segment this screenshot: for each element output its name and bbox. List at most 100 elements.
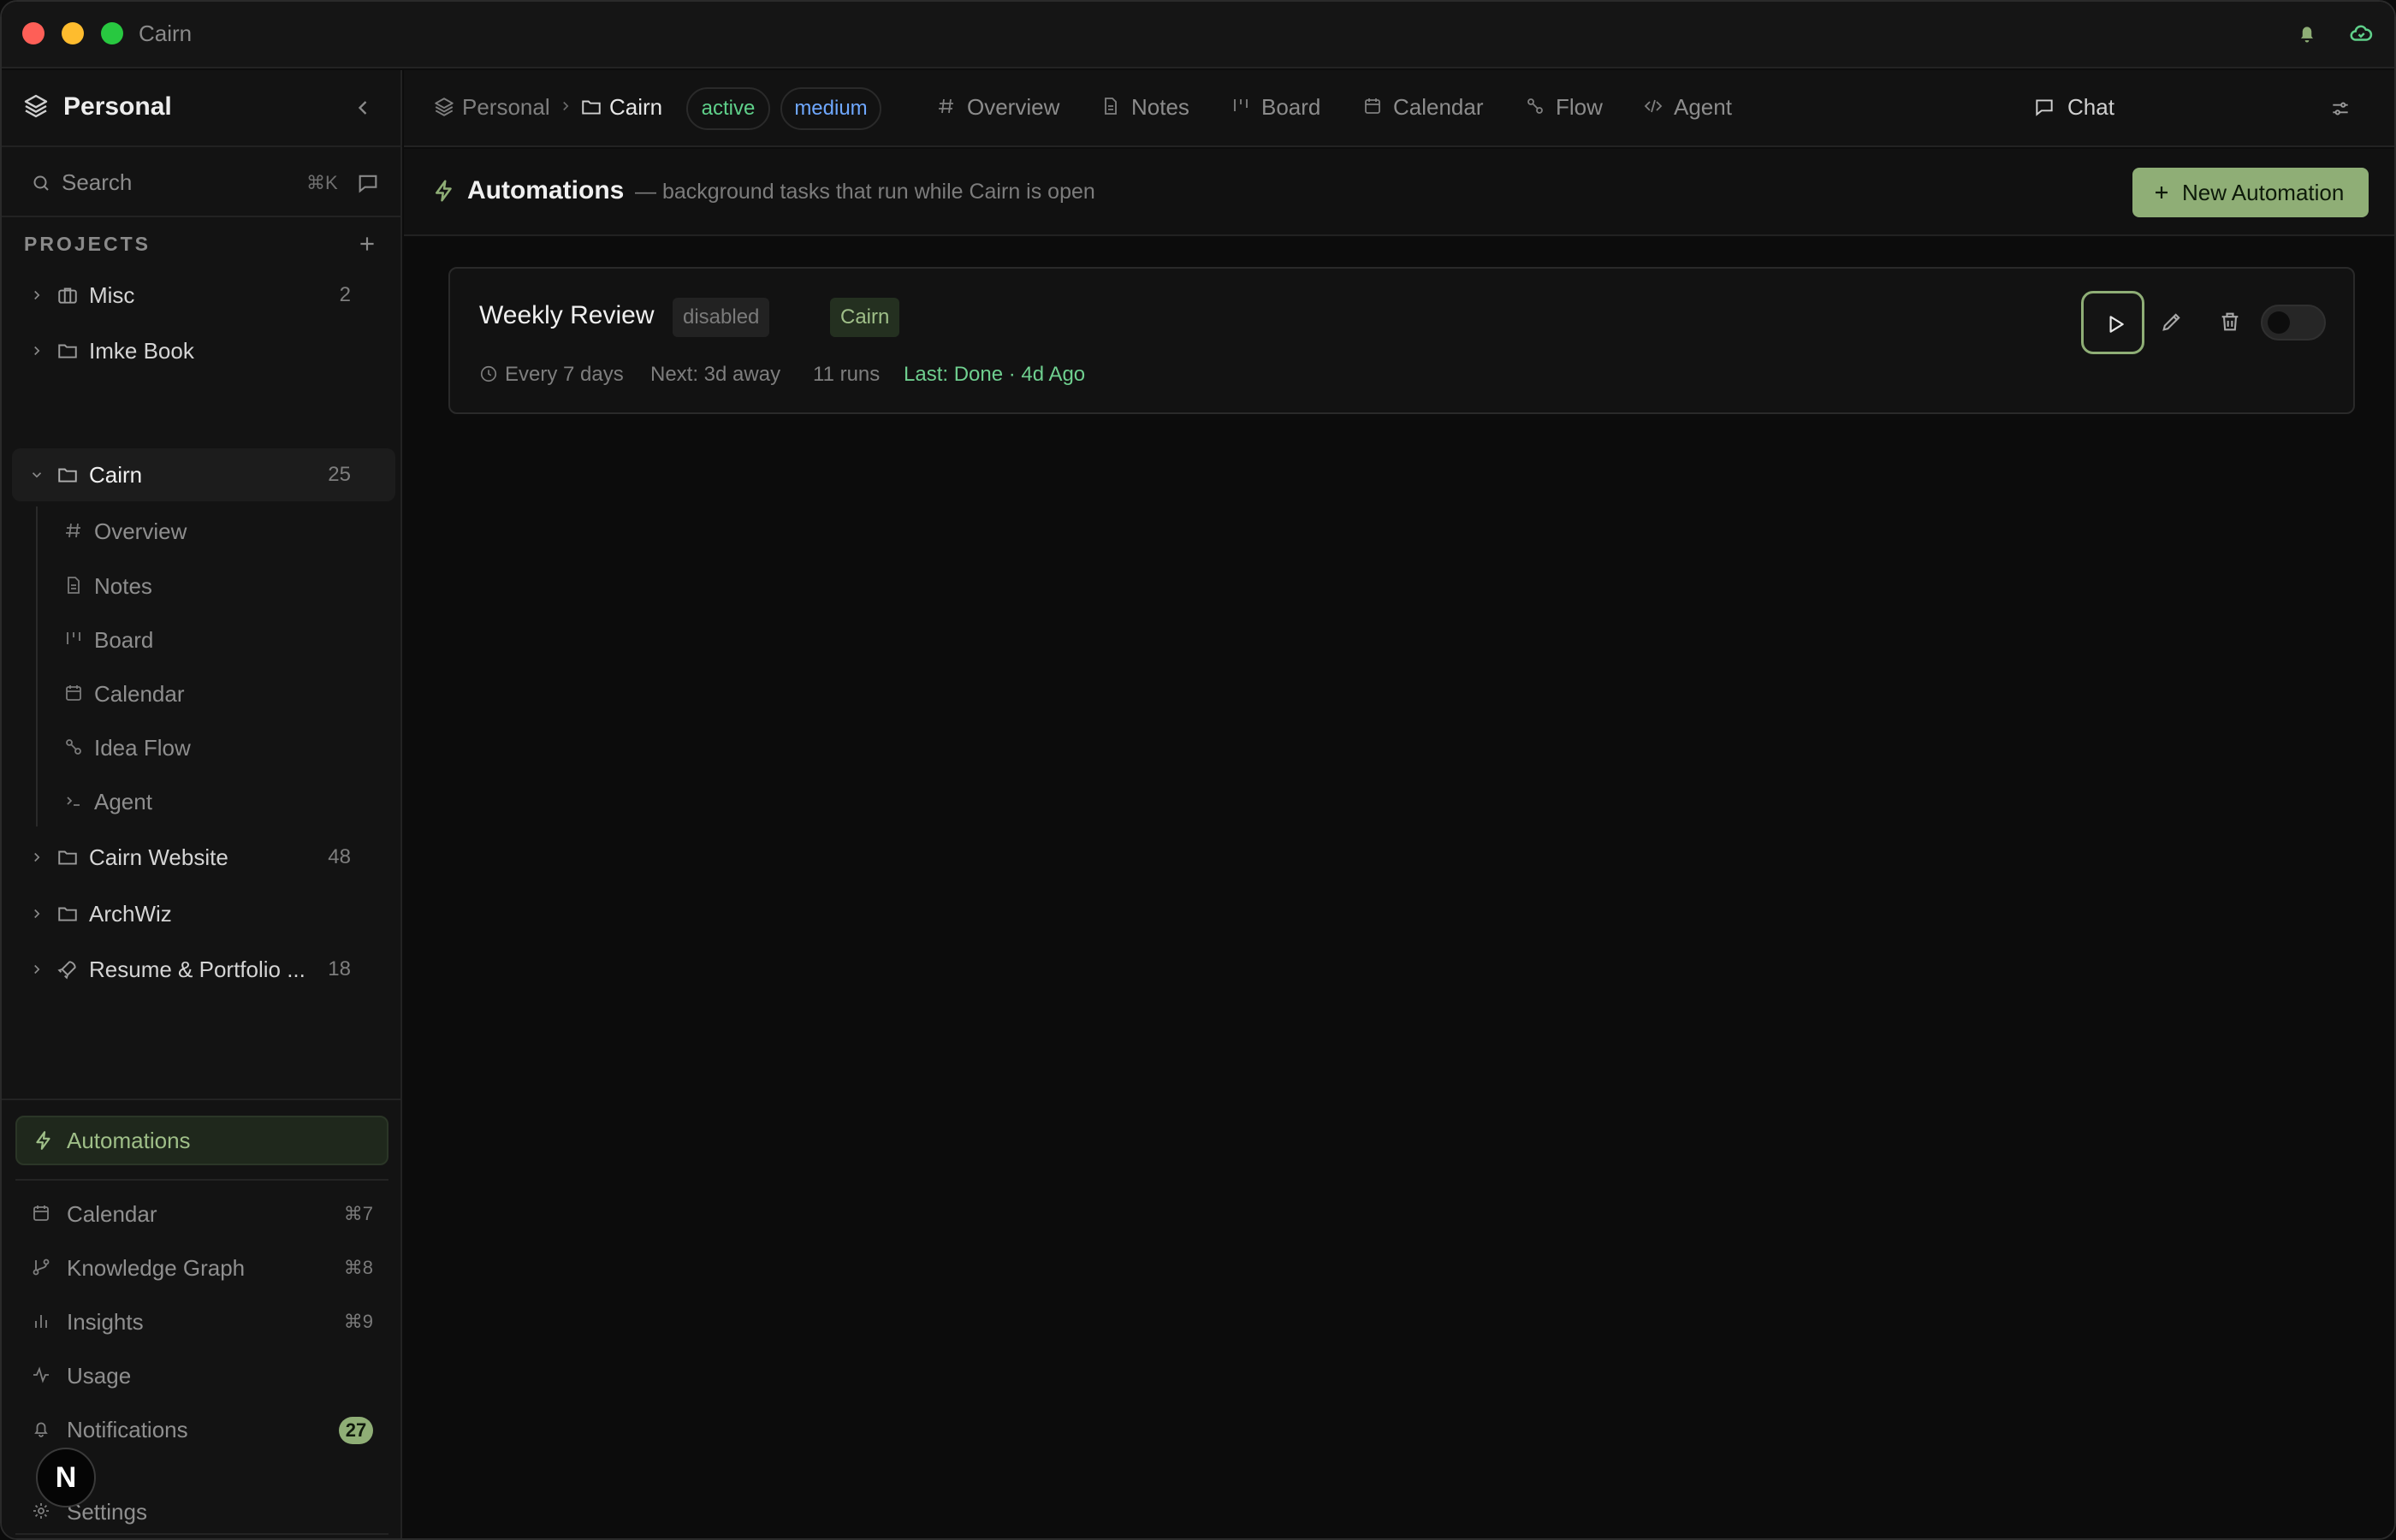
- tab-label: Notes: [1131, 94, 1189, 120]
- sub-item-label: Notes: [94, 573, 152, 599]
- sub-item-label: Board: [94, 627, 154, 653]
- chevron-right-icon: [558, 98, 573, 114]
- file-icon: [63, 575, 84, 595]
- cairn-idea-flow-item[interactable]: Idea Flow: [53, 721, 387, 773]
- priority-badge[interactable]: medium: [780, 87, 881, 130]
- enabled-toggle[interactable]: [2261, 305, 2326, 341]
- project-row-cairn[interactable]: Cairn 25: [12, 448, 395, 501]
- project-tag: Cairn: [830, 298, 900, 337]
- breadcrumb-project[interactable]: Cairn: [609, 94, 662, 121]
- chat-label: Chat: [2067, 94, 2114, 120]
- nav-label: Calendar: [67, 1201, 157, 1227]
- schedule-text: Every 7 days: [505, 363, 624, 386]
- nav-shortcut: ⌘7: [343, 1203, 373, 1224]
- sync-cloud-icon[interactable]: [2348, 21, 2374, 46]
- status-tag: disabled: [673, 298, 770, 337]
- nav-label: Automations: [67, 1128, 191, 1153]
- tab-label: Agent: [1674, 94, 1732, 120]
- notifications-badge: 27: [339, 1417, 373, 1444]
- automation-card[interactable]: Weekly Review disabled Cairn Every 7 day…: [448, 267, 2355, 414]
- project-row-imke-book[interactable]: Imke Book: [12, 324, 395, 377]
- calendar-icon: [63, 683, 84, 703]
- last-run-text: Last: Done · 4d Ago: [904, 363, 1086, 386]
- divider: [15, 1179, 388, 1181]
- project-row-resume-portfolio[interactable]: Resume & Portfolio ... 18: [12, 943, 395, 996]
- settings-sliders-icon[interactable]: [2329, 98, 2352, 120]
- page-description: — background tasks that run while Cairn …: [635, 180, 1095, 204]
- briefcase-icon: [56, 284, 79, 306]
- nav-automations[interactable]: Automations: [15, 1116, 388, 1165]
- nav-knowledge-graph[interactable]: Knowledge Graph ⌘8: [15, 1243, 388, 1293]
- chevron-right-icon[interactable]: [29, 287, 44, 303]
- nav-insights[interactable]: Insights ⌘9: [15, 1297, 388, 1347]
- plus-icon: [2151, 182, 2172, 203]
- nav-calendar[interactable]: Calendar ⌘7: [15, 1189, 388, 1239]
- chevron-right-icon[interactable]: [29, 850, 44, 865]
- layers-icon: [22, 92, 50, 120]
- projects-header: PROJECTS: [24, 233, 151, 255]
- edit-icon[interactable]: [2160, 310, 2184, 334]
- nav-label: Knowledge Graph: [67, 1255, 246, 1281]
- flow-icon: [63, 737, 84, 757]
- nav-notifications[interactable]: Notifications 27: [15, 1405, 388, 1454]
- chevron-down-icon[interactable]: [29, 467, 44, 483]
- activity-icon: [31, 1365, 51, 1385]
- workspace-header[interactable]: Personal: [2, 70, 402, 147]
- project-row-misc[interactable]: Misc 2: [12, 269, 395, 322]
- run-count-text: 11 runs: [813, 363, 881, 386]
- title-bar: Cairn: [2, 2, 2394, 68]
- next-run-text: Next: 3d away: [650, 363, 781, 386]
- sidebar: Personal Search ⌘K PROJECTS Misc 2 Imke …: [2, 70, 402, 1538]
- nav-usage[interactable]: Usage: [15, 1351, 388, 1401]
- project-name: Cairn Website: [89, 844, 228, 870]
- project-row-cairn-website[interactable]: Cairn Website 48: [12, 831, 395, 884]
- cairn-overview-item[interactable]: Overview: [53, 505, 387, 556]
- chevron-right-icon[interactable]: [29, 343, 44, 358]
- cairn-notes-item[interactable]: Notes: [53, 560, 387, 611]
- button-label: New Automation: [2182, 180, 2345, 205]
- play-icon: [2109, 316, 2124, 333]
- automation-name: Weekly Review: [479, 301, 655, 329]
- calendar-icon: [1362, 96, 1383, 116]
- chevron-right-icon[interactable]: [29, 962, 44, 977]
- calendar-icon: [31, 1203, 51, 1223]
- project-row-archwiz[interactable]: ArchWiz: [12, 887, 395, 940]
- project-count: 25: [328, 463, 351, 486]
- add-project-icon[interactable]: [356, 233, 378, 255]
- zoom-window-button[interactable]: [101, 22, 123, 44]
- search-bar[interactable]: Search ⌘K: [2, 149, 402, 217]
- tab-label: Board: [1261, 94, 1321, 120]
- close-window-button[interactable]: [22, 22, 44, 44]
- trash-icon[interactable]: [2218, 310, 2242, 334]
- cairn-agent-item[interactable]: Agent: [53, 775, 387, 826]
- cairn-board-item[interactable]: Board: [53, 613, 387, 665]
- avatar[interactable]: N: [36, 1448, 96, 1507]
- layers-icon: [433, 96, 455, 118]
- sub-item-label: Agent: [94, 789, 152, 814]
- page-title: Automations: [467, 176, 625, 204]
- project-count: 48: [328, 845, 351, 868]
- zap-icon: [431, 178, 457, 204]
- search-label: Search: [62, 169, 133, 195]
- clock-icon: [479, 364, 498, 383]
- minimize-window-button[interactable]: [62, 22, 84, 44]
- chevron-right-icon[interactable]: [29, 906, 44, 921]
- automations-header: Automations — background tasks that run …: [404, 149, 2394, 236]
- bell-icon[interactable]: [2295, 21, 2319, 46]
- collapse-sidebar-icon[interactable]: [351, 96, 375, 120]
- chat-icon: [2033, 96, 2055, 118]
- status-badge[interactable]: active: [686, 87, 770, 130]
- run-now-button[interactable]: [2081, 291, 2144, 354]
- cairn-calendar-item[interactable]: Calendar: [53, 667, 387, 719]
- project-name: Cairn: [89, 462, 143, 488]
- new-automation-button[interactable]: New Automation: [2132, 168, 2369, 217]
- sub-item-label: Overview: [94, 518, 187, 544]
- sub-item-label: Calendar: [94, 681, 185, 707]
- nav-shortcut: ⌘9: [343, 1311, 373, 1332]
- breadcrumb-workspace[interactable]: Personal: [462, 94, 550, 121]
- sub-item-label: Idea Flow: [94, 735, 191, 761]
- new-chat-icon[interactable]: [356, 171, 380, 195]
- tree-guide-line: [36, 506, 38, 826]
- bar-chart-icon: [31, 1311, 51, 1331]
- kanban-icon: [63, 629, 84, 649]
